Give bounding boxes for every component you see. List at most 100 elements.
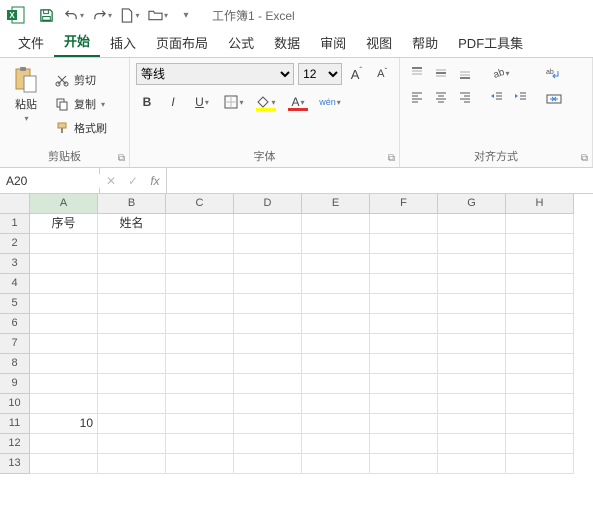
cell[interactable]	[438, 294, 506, 314]
cell[interactable]	[370, 234, 438, 254]
clipboard-launcher-icon[interactable]: ⧉	[118, 153, 125, 164]
cell[interactable]	[506, 334, 574, 354]
column-header[interactable]: E	[302, 194, 370, 214]
cell[interactable]	[438, 354, 506, 374]
row-header[interactable]: 3	[0, 254, 30, 274]
cell[interactable]	[302, 214, 370, 234]
cell[interactable]: 10	[30, 414, 98, 434]
borders-button[interactable]: ▾	[220, 91, 248, 113]
row-header[interactable]: 11	[0, 414, 30, 434]
cell[interactable]	[370, 314, 438, 334]
cell[interactable]	[302, 274, 370, 294]
cell[interactable]	[506, 414, 574, 434]
row-header[interactable]: 9	[0, 374, 30, 394]
cell[interactable]	[98, 314, 166, 334]
cell[interactable]	[302, 254, 370, 274]
cell[interactable]	[370, 294, 438, 314]
cell[interactable]	[506, 394, 574, 414]
cell[interactable]	[30, 274, 98, 294]
cell[interactable]	[438, 314, 506, 334]
column-header[interactable]: H	[506, 194, 574, 214]
tab-home[interactable]: 开始	[54, 26, 100, 57]
tab-page-layout[interactable]: 页面布局	[146, 28, 218, 57]
cell[interactable]	[370, 334, 438, 354]
row-header[interactable]: 8	[0, 354, 30, 374]
cell[interactable]	[438, 414, 506, 434]
row-header[interactable]: 4	[0, 274, 30, 294]
cell[interactable]	[98, 354, 166, 374]
tab-data[interactable]: 数据	[264, 28, 310, 57]
increase-font-button[interactable]: Aˆ	[346, 63, 368, 85]
cell[interactable]	[30, 454, 98, 474]
cell[interactable]	[30, 394, 98, 414]
font-size-select[interactable]: 12	[298, 63, 341, 85]
row-header[interactable]: 2	[0, 234, 30, 254]
cell[interactable]	[506, 374, 574, 394]
cell[interactable]	[234, 294, 302, 314]
cell[interactable]	[302, 294, 370, 314]
column-header[interactable]: A	[30, 194, 98, 214]
fill-color-button[interactable]: ▾	[252, 91, 280, 113]
cell[interactable]	[98, 254, 166, 274]
cell[interactable]	[234, 254, 302, 274]
cell[interactable]	[234, 214, 302, 234]
cut-button[interactable]: 剪切	[50, 69, 111, 91]
cell[interactable]	[166, 214, 234, 234]
cell[interactable]: 序号	[30, 214, 98, 234]
align-left-button[interactable]	[406, 86, 428, 108]
underline-button[interactable]: U▾	[188, 91, 216, 113]
cell[interactable]	[234, 274, 302, 294]
tab-insert[interactable]: 插入	[100, 28, 146, 57]
cell[interactable]	[302, 234, 370, 254]
cell[interactable]	[166, 334, 234, 354]
row-header[interactable]: 12	[0, 434, 30, 454]
font-launcher-icon[interactable]: ⧉	[388, 153, 395, 164]
align-center-button[interactable]	[430, 86, 452, 108]
orientation-button[interactable]: ab▾	[486, 62, 514, 84]
font-name-select[interactable]: 等线	[136, 63, 294, 85]
cell[interactable]	[302, 354, 370, 374]
cell[interactable]	[370, 434, 438, 454]
cell[interactable]	[30, 434, 98, 454]
open-file-button[interactable]: ▾	[148, 5, 168, 25]
cell[interactable]	[370, 354, 438, 374]
cell[interactable]	[370, 454, 438, 474]
cell[interactable]	[506, 314, 574, 334]
bold-button[interactable]: B	[136, 91, 158, 113]
tab-view[interactable]: 视图	[356, 28, 402, 57]
cell[interactable]	[370, 414, 438, 434]
row-header[interactable]: 10	[0, 394, 30, 414]
cell[interactable]	[438, 394, 506, 414]
cell[interactable]	[98, 434, 166, 454]
cell[interactable]	[234, 454, 302, 474]
column-header[interactable]: C	[166, 194, 234, 214]
redo-button[interactable]: ▾	[92, 5, 112, 25]
column-header[interactable]: D	[234, 194, 302, 214]
cell[interactable]: 姓名	[98, 214, 166, 234]
cell[interactable]	[438, 254, 506, 274]
formula-input[interactable]	[167, 168, 593, 193]
cell[interactable]	[302, 414, 370, 434]
cell[interactable]	[98, 274, 166, 294]
merge-center-button[interactable]	[542, 88, 566, 110]
cell[interactable]	[506, 434, 574, 454]
cancel-formula-button[interactable]: ✕	[100, 174, 122, 188]
cell[interactable]	[98, 234, 166, 254]
select-all-corner[interactable]	[0, 194, 30, 214]
cell[interactable]	[98, 394, 166, 414]
tab-pdf-tools[interactable]: PDF工具集	[448, 28, 533, 57]
qat-customize-button[interactable]: ▾	[176, 5, 196, 25]
align-middle-button[interactable]	[430, 62, 452, 84]
cell[interactable]	[166, 394, 234, 414]
align-bottom-button[interactable]	[454, 62, 476, 84]
cell[interactable]	[166, 414, 234, 434]
cell[interactable]	[370, 274, 438, 294]
cell[interactable]	[302, 394, 370, 414]
cell[interactable]	[506, 354, 574, 374]
copy-button[interactable]: 复制▾	[50, 93, 111, 115]
tab-help[interactable]: 帮助	[402, 28, 448, 57]
tab-formulas[interactable]: 公式	[218, 28, 264, 57]
cell[interactable]	[98, 454, 166, 474]
cell[interactable]	[370, 374, 438, 394]
increase-indent-button[interactable]	[510, 86, 532, 108]
